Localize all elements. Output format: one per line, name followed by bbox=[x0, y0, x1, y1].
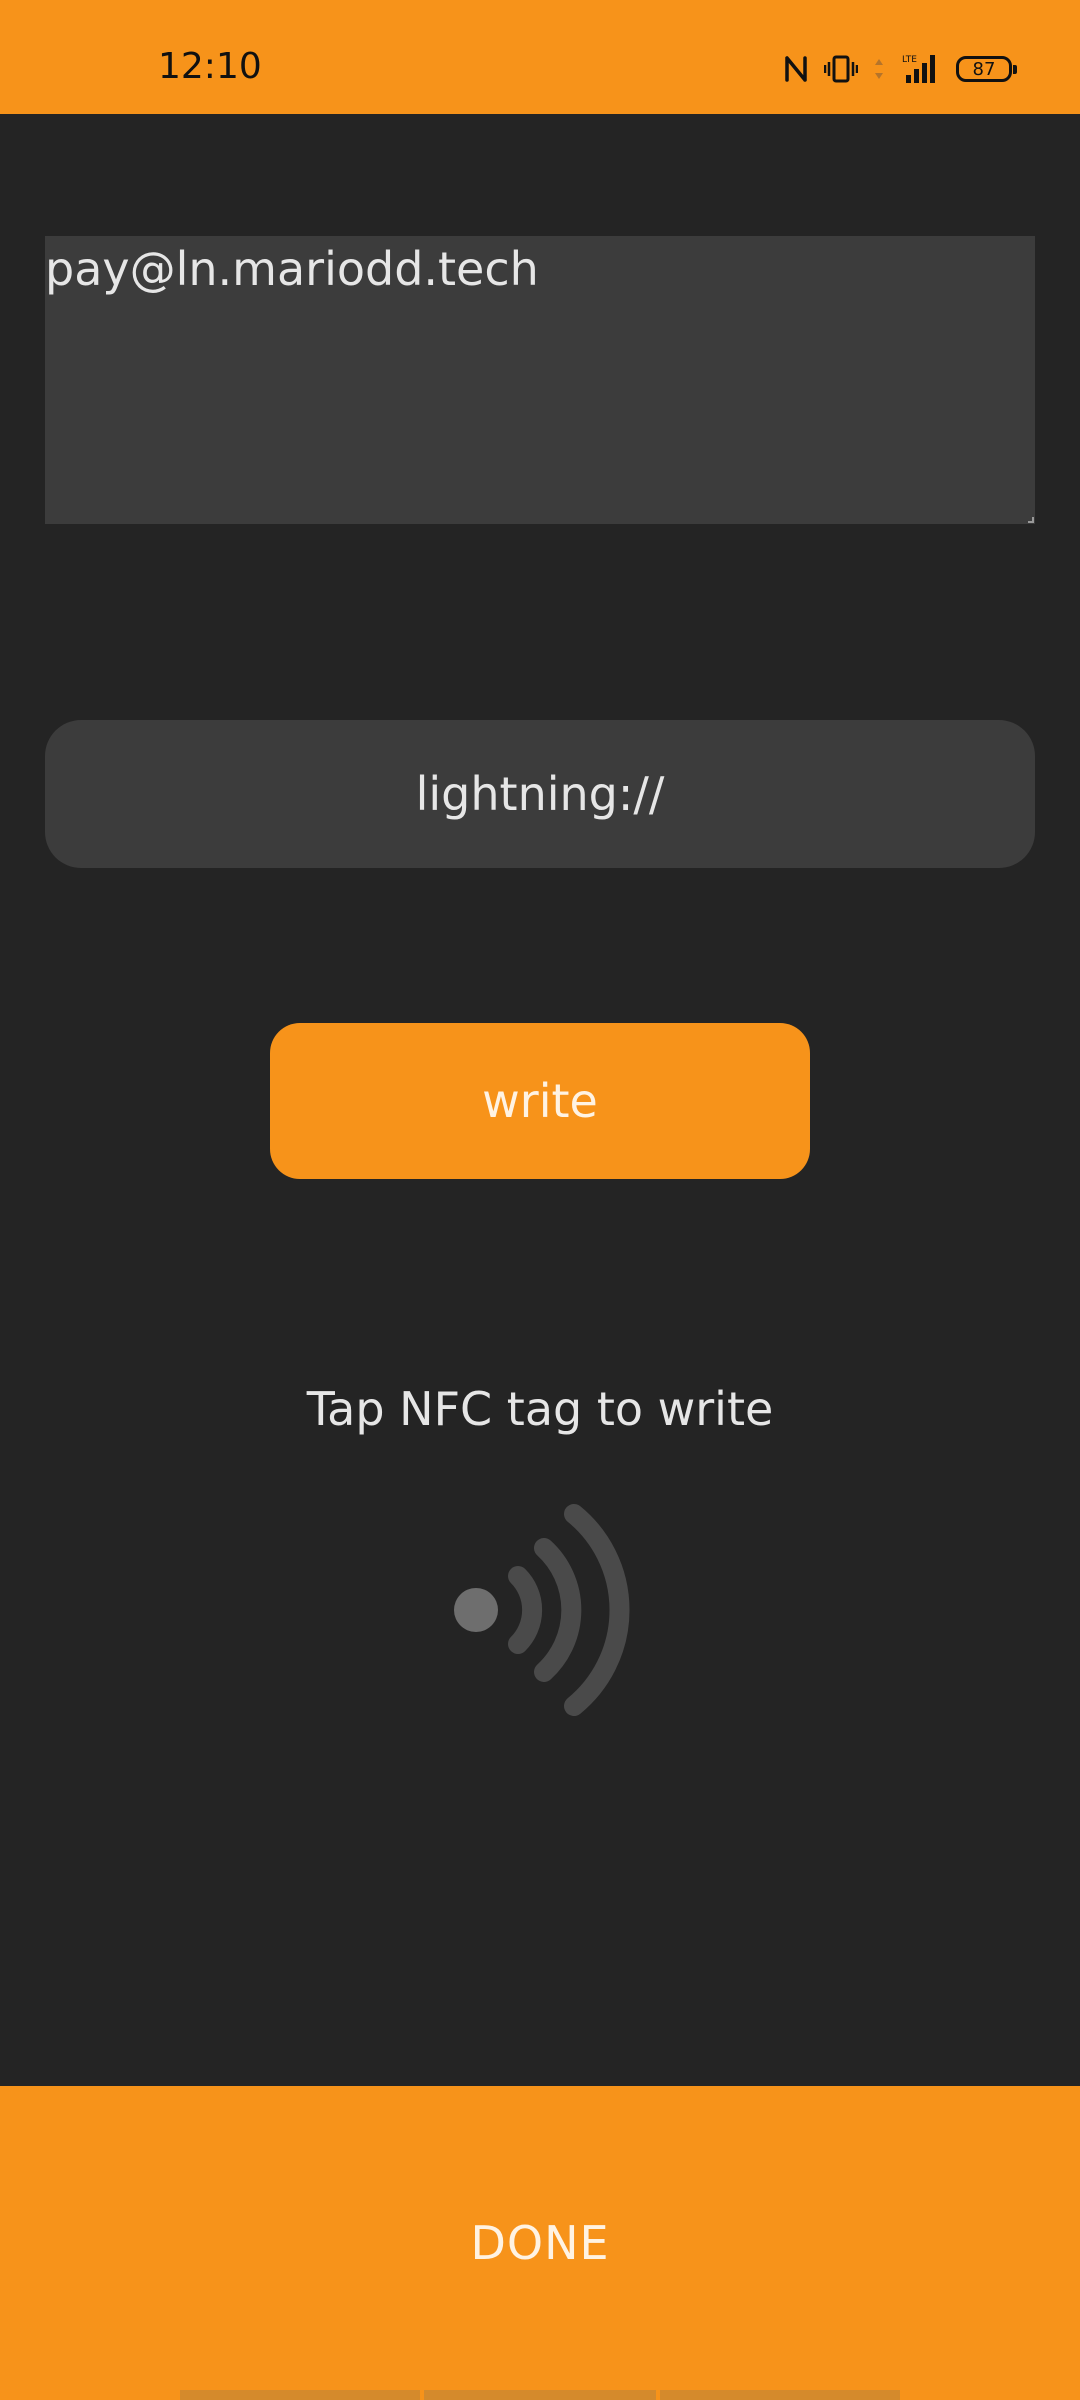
done-button-label: DONE bbox=[470, 2216, 610, 2270]
address-value: pay@ln.mariodd.tech bbox=[45, 242, 539, 296]
done-button[interactable]: DONE bbox=[0, 2086, 1080, 2400]
status-icons: LTE 87 bbox=[784, 50, 1017, 88]
status-bar: 12:10 LTE 87 bbox=[0, 0, 1080, 114]
battery-icon: 87 bbox=[956, 56, 1017, 82]
nav-handle-right bbox=[660, 2390, 900, 2400]
lte-signal-icon: LTE bbox=[900, 53, 940, 85]
nfc-icon bbox=[784, 55, 808, 83]
svg-text:LTE: LTE bbox=[902, 55, 917, 65]
vibrate-icon bbox=[824, 54, 858, 84]
write-button-label: write bbox=[482, 1074, 598, 1128]
nfc-waves-icon bbox=[440, 1494, 640, 1730]
nav-handle-left bbox=[180, 2390, 420, 2400]
status-time: 12:10 bbox=[158, 46, 262, 87]
prefix-label: lightning:// bbox=[415, 767, 665, 821]
write-button[interactable]: write bbox=[270, 1023, 810, 1179]
nfc-prompt: Tap NFC tag to write bbox=[306, 1382, 774, 1436]
nav-handle-center bbox=[424, 2390, 656, 2400]
data-arrows-icon bbox=[874, 58, 884, 80]
resize-grip-icon[interactable] bbox=[1028, 517, 1034, 523]
prefix-selector[interactable]: lightning:// bbox=[45, 720, 1035, 868]
address-textarea[interactable]: pay@ln.mariodd.tech bbox=[45, 236, 1035, 524]
